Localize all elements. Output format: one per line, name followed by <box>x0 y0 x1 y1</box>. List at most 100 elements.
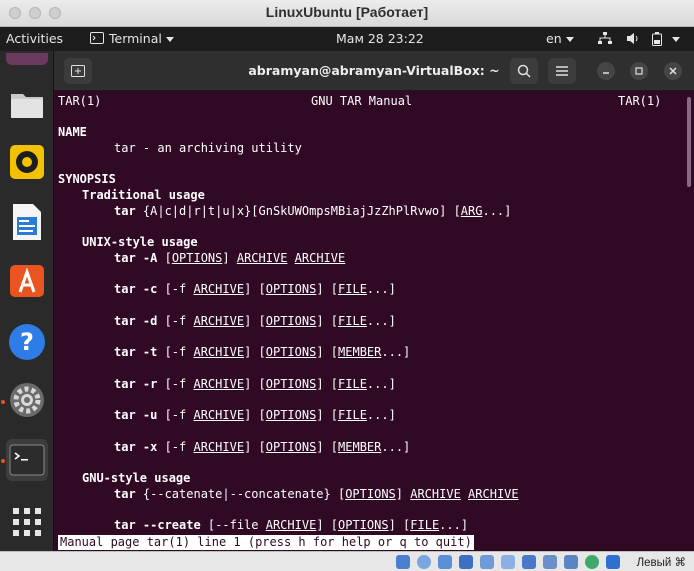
terminal-output[interactable]: TAR(1) GNU TAR Manual TAR(1) NAME tar - … <box>54 91 694 551</box>
network-adapter-icon[interactable] <box>459 555 473 569</box>
archive: ARCHIVE <box>410 487 461 501</box>
pre: [-f <box>157 376 194 391</box>
unix-usage-line: tar -t [-f ARCHIVE] [OPTIONS] [MEMBER...… <box>114 345 410 360</box>
battery-icon[interactable] <box>652 32 662 49</box>
target: MEMBER <box>338 345 382 359</box>
archive: ARCHIVE <box>193 376 245 391</box>
end: ...] <box>381 439 411 454</box>
unix-usage-line: tar -A [OPTIONS] ARCHIVE ARCHIVE <box>114 251 346 265</box>
opts: {--catenate|--concatenate} [ <box>135 487 346 501</box>
gnu-usage-line: tar --create [--file ARCHIVE] [OPTIONS] … <box>114 518 469 532</box>
optical-drive-icon[interactable] <box>417 555 431 569</box>
end: ...] <box>366 408 396 422</box>
minimize-button[interactable] <box>597 62 615 80</box>
sep: ] [ <box>244 345 266 359</box>
target: FILE <box>338 376 367 391</box>
host-key-label: Левый ⌘ <box>636 557 686 569</box>
pre: [-f <box>157 282 194 296</box>
end: ...] <box>381 345 411 359</box>
archive: ARCHIVE <box>236 251 288 265</box>
scrollbar-thumb[interactable] <box>687 97 691 187</box>
dock: ? <box>0 51 54 551</box>
unix-usage-line: tar -u [-f ARCHIVE] [OPTIONS] [FILE...] <box>114 408 396 423</box>
search-icon <box>517 64 531 78</box>
unix-usage-line: tar -d [-f ARCHIVE] [OPTIONS] [FILE...] <box>114 314 396 329</box>
rhythmbox-icon[interactable] <box>6 141 48 183</box>
cmd: tar <box>114 487 136 501</box>
terminal-icon[interactable] <box>6 439 48 481</box>
clock[interactable]: Мам 28 23:22 <box>336 31 424 46</box>
sep: ] [ <box>316 439 339 454</box>
section-synopsis: SYNOPSIS <box>58 172 116 186</box>
mouse-integration-icon[interactable] <box>585 555 599 569</box>
sep: ] [ <box>316 282 339 296</box>
maximize-button[interactable] <box>630 62 648 80</box>
opt: OPTIONS <box>265 282 317 296</box>
opt: OPTIONS <box>345 487 396 501</box>
end: ...] <box>366 313 396 328</box>
display-icon[interactable] <box>522 555 536 569</box>
show-applications-icon[interactable] <box>6 501 48 543</box>
hard-disk-icon[interactable] <box>396 555 410 569</box>
ubuntu-software-icon[interactable] <box>6 259 48 301</box>
archive: ARCHIVE <box>294 251 346 265</box>
man-header-right: TAR(1) <box>618 94 662 108</box>
sep: ] [ <box>244 376 266 391</box>
menu-button[interactable] <box>548 58 576 84</box>
window-titlebar: LinuxUbuntu [Работает] <box>0 0 694 27</box>
terminal-headerbar: abramyan@abramyan-VirtualBox: ~ <box>54 51 694 91</box>
target: FILE <box>338 313 367 328</box>
gnu-usage-line: tar {--catenate|--concatenate} [OPTIONS]… <box>114 487 519 501</box>
pre: [--file <box>200 518 266 532</box>
cmd: tar <box>114 204 136 218</box>
archive: ARCHIVE <box>193 439 245 454</box>
usb-icon[interactable] <box>480 555 494 569</box>
shared-folders-icon[interactable] <box>501 555 515 569</box>
file: FILE <box>410 518 440 532</box>
recording-icon[interactable] <box>543 555 557 569</box>
dock-item-partial[interactable] <box>6 53 48 65</box>
audio-icon[interactable] <box>438 555 452 569</box>
sep: ] [ <box>316 376 339 391</box>
end: ...] <box>482 204 512 218</box>
opt: OPTIONS <box>265 345 317 359</box>
target: MEMBER <box>338 439 382 454</box>
cmd: tar -r <box>114 376 158 391</box>
writer-icon[interactable] <box>6 201 48 243</box>
running-indicator <box>1 400 5 404</box>
chevron-down-icon <box>672 37 680 42</box>
activities-button[interactable]: Activities <box>6 31 63 46</box>
close-icon <box>669 67 677 75</box>
subsection-unix: UNIX-style usage <box>82 235 198 249</box>
archive: ARCHIVE <box>193 345 245 359</box>
svg-text:?: ? <box>20 328 34 356</box>
volume-icon[interactable] <box>626 32 640 48</box>
network-icon[interactable] <box>598 32 612 48</box>
system-menu[interactable] <box>668 31 680 46</box>
settings-icon[interactable] <box>6 379 48 421</box>
pre: [-f <box>157 439 194 454</box>
archive: ARCHIVE <box>193 282 245 296</box>
help-icon[interactable]: ? <box>6 321 48 363</box>
chevron-down-icon <box>165 37 174 42</box>
cpu-icon[interactable] <box>564 555 578 569</box>
cmd: tar -c <box>114 282 158 296</box>
maximize-icon <box>635 67 643 75</box>
cmd: tar -t <box>114 345 158 359</box>
keyboard-capture-icon[interactable] <box>606 555 620 569</box>
app-menu[interactable]: Terminal <box>90 31 174 46</box>
language-indicator[interactable]: en <box>546 31 574 46</box>
sep: ] [ <box>244 282 266 296</box>
cmd: tar -u <box>114 408 158 422</box>
cmd: tar -x <box>114 439 158 454</box>
sep: ] [ <box>316 408 339 422</box>
search-button[interactable] <box>510 58 538 84</box>
scrollbar[interactable] <box>687 97 691 537</box>
terminal-app-icon <box>90 32 104 44</box>
files-icon[interactable] <box>6 83 48 125</box>
unix-usage-line: tar -x [-f ARCHIVE] [OPTIONS] [MEMBER...… <box>114 440 410 455</box>
cmd: tar --create <box>114 518 201 532</box>
close-button[interactable] <box>664 62 682 80</box>
cmd: tar -d <box>114 313 158 328</box>
target: FILE <box>338 408 367 422</box>
